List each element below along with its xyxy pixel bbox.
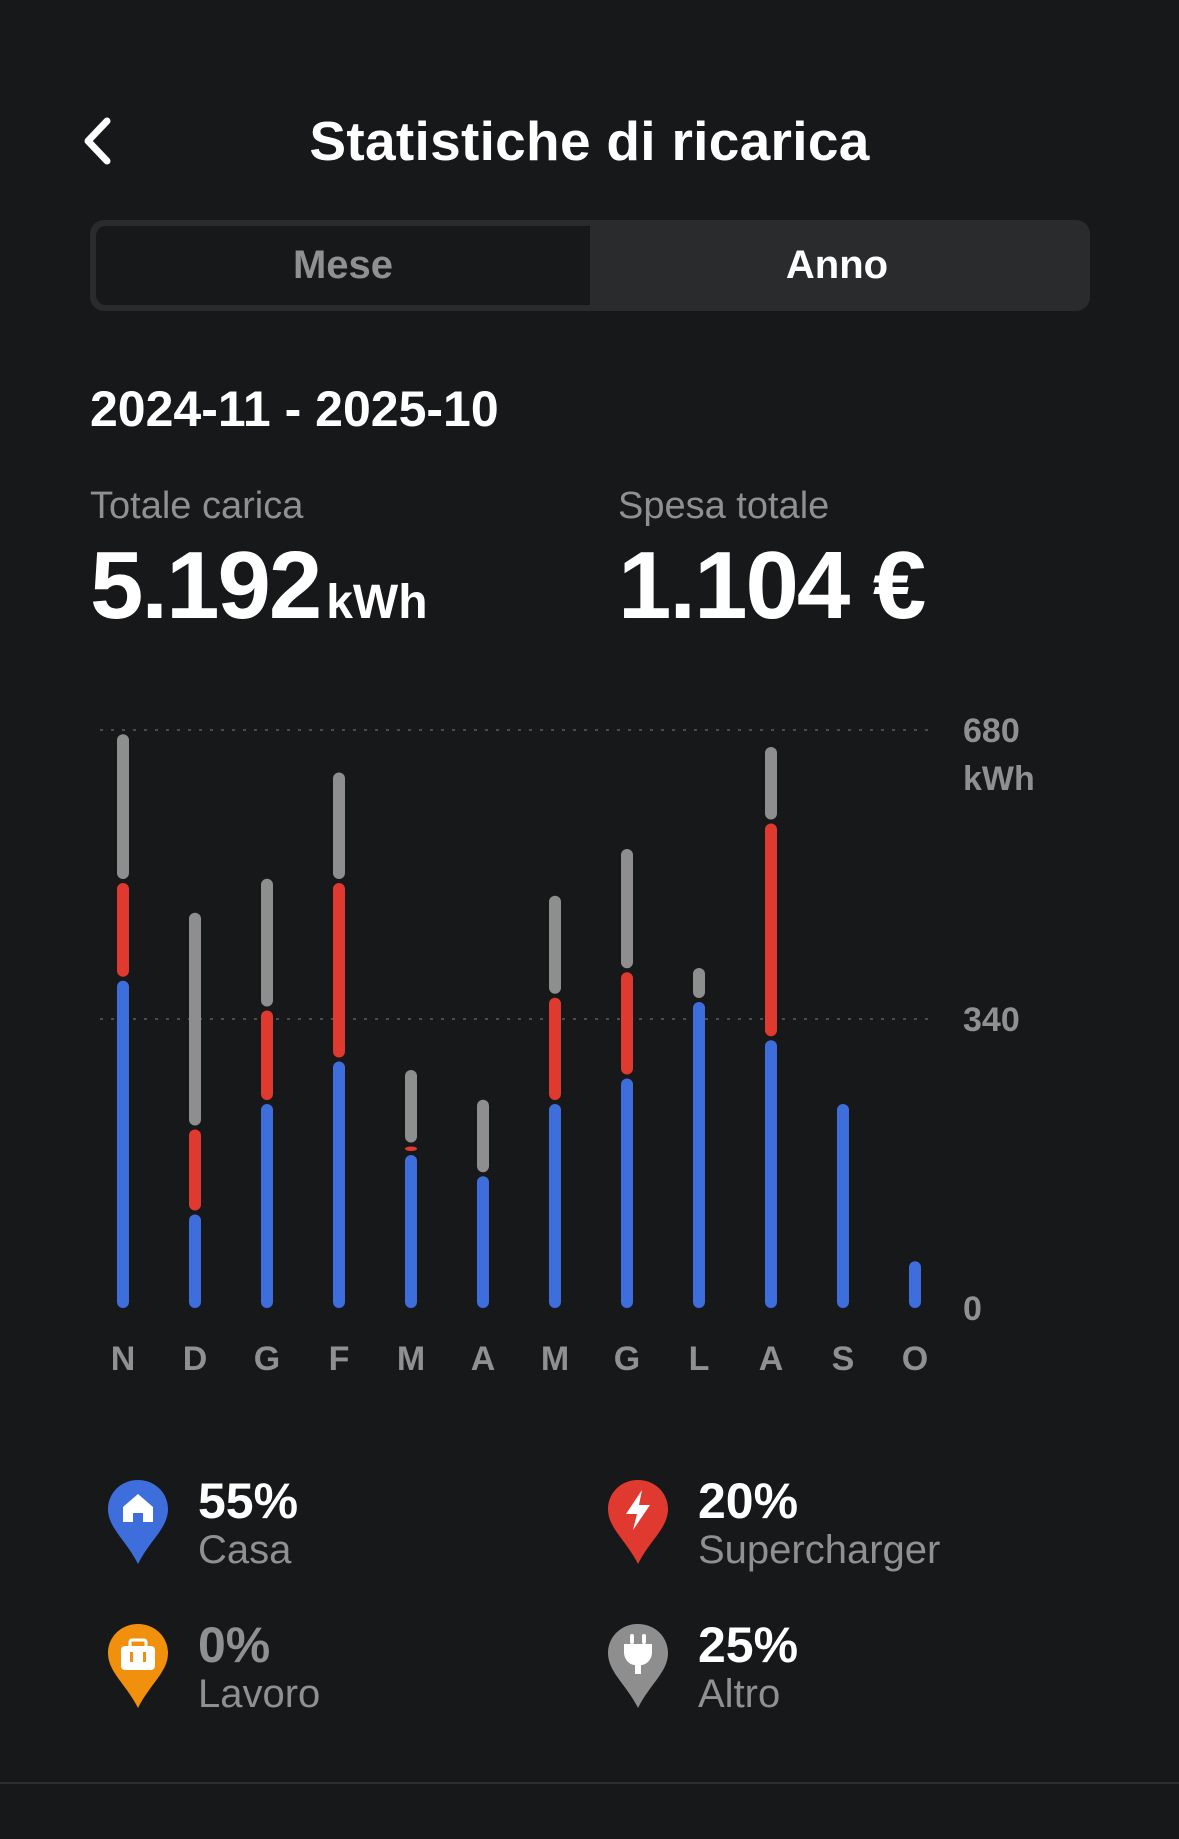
bar-segment — [333, 772, 345, 879]
x-tick-label: A — [471, 1340, 496, 1378]
x-tick-label: A — [759, 1340, 784, 1378]
bar-segment — [549, 1104, 561, 1308]
total-spend-stat: Spesa totale 1.104 € — [618, 485, 926, 639]
legend-pct: 55% — [198, 1473, 299, 1529]
header: Statistiche di ricarica — [0, 95, 1179, 191]
legend-item-home: 55% Casa — [106, 1473, 586, 1598]
total-charge-value: 5.192 kWh — [90, 538, 428, 634]
charging-chart: 0 340 680 kWh N D G F M A M G L A S O — [0, 700, 1179, 1380]
y-tick-label: 340 — [963, 1001, 1020, 1039]
legend-item-supercharger: 20% Supercharger — [606, 1473, 1086, 1598]
chart-svg: 0 340 680 kWh N D G F M A M G L A S O — [100, 712, 1035, 1378]
bar-segment — [549, 895, 561, 994]
bar-segment — [405, 1070, 417, 1143]
tab-month[interactable]: Mese — [96, 226, 590, 305]
total-charge-label: Totale carica — [90, 485, 304, 527]
plug-icon — [608, 1624, 668, 1708]
bar-segment — [693, 968, 705, 998]
bar-segment — [189, 912, 201, 1126]
x-tick-label: S — [832, 1340, 855, 1378]
bar-segment — [189, 1214, 201, 1308]
bar-segment — [765, 1040, 777, 1308]
bar-segment — [261, 1010, 273, 1100]
bar-segment — [117, 980, 129, 1308]
total-spend-label: Spesa totale — [618, 485, 830, 527]
bar-segment — [117, 883, 129, 977]
x-tick-label: M — [541, 1340, 569, 1378]
legend-item-work: 0% Lavoro — [106, 1617, 586, 1742]
briefcase-icon — [108, 1624, 168, 1708]
bar-segment — [477, 1176, 489, 1308]
legend-pct: 20% — [698, 1473, 799, 1529]
x-tick-label: L — [689, 1340, 710, 1378]
tab-year[interactable]: Anno — [590, 226, 1084, 305]
x-tick-label: O — [902, 1340, 928, 1378]
x-tick-label: D — [183, 1340, 208, 1378]
y-unit-label: kWh — [963, 760, 1035, 798]
bar-segment — [621, 972, 633, 1075]
bar-segment — [333, 1061, 345, 1308]
total-charge-number: 5.192 — [90, 532, 322, 639]
x-tick-label: G — [614, 1340, 640, 1378]
bar-segment — [549, 997, 561, 1100]
legend-item-other: 25% Altro — [606, 1617, 1086, 1742]
legend-pct: 25% — [698, 1617, 799, 1673]
x-tick-label: F — [329, 1340, 350, 1378]
y-tick-label: 680 — [963, 712, 1020, 750]
period-segmented-control: Mese Anno — [90, 220, 1090, 311]
bar-segment — [765, 823, 777, 1037]
bar-segment — [117, 734, 129, 879]
bar-segment — [693, 1002, 705, 1308]
total-charge-unit: kWh — [326, 576, 428, 629]
bar-segment — [189, 1129, 201, 1211]
legend-label: Lavoro — [198, 1672, 321, 1716]
bar-segment — [261, 1104, 273, 1308]
legend-label: Supercharger — [698, 1528, 941, 1572]
x-tick-label: M — [397, 1340, 425, 1378]
x-tick-label: N — [111, 1340, 136, 1378]
bar-segment — [333, 883, 345, 1058]
x-tick-label: G — [254, 1340, 280, 1378]
page-title: Statistiche di ricarica — [309, 110, 870, 172]
date-range: 2024-11 - 2025-10 — [90, 381, 499, 437]
bar-segment — [621, 1078, 633, 1308]
bar-segment — [765, 747, 777, 820]
bar-segment — [405, 1155, 417, 1308]
bolt-icon — [608, 1480, 668, 1564]
bar-segment — [621, 849, 633, 969]
bar-segment — [837, 1104, 849, 1308]
total-spend-value: 1.104 € — [618, 532, 926, 639]
y-tick-label: 0 — [963, 1290, 982, 1328]
home-icon — [108, 1480, 168, 1564]
bar-segment — [909, 1261, 921, 1308]
bar-segment — [477, 1099, 489, 1173]
bottom-divider — [0, 1782, 1179, 1784]
bar-segment — [261, 878, 273, 1007]
total-charge-stat: Totale carica 5.192 kWh — [90, 485, 428, 634]
legend-label: Altro — [698, 1672, 781, 1716]
legend-pct: 0% — [198, 1617, 271, 1673]
legend-label: Casa — [198, 1528, 292, 1572]
bar-segment — [405, 1146, 417, 1151]
